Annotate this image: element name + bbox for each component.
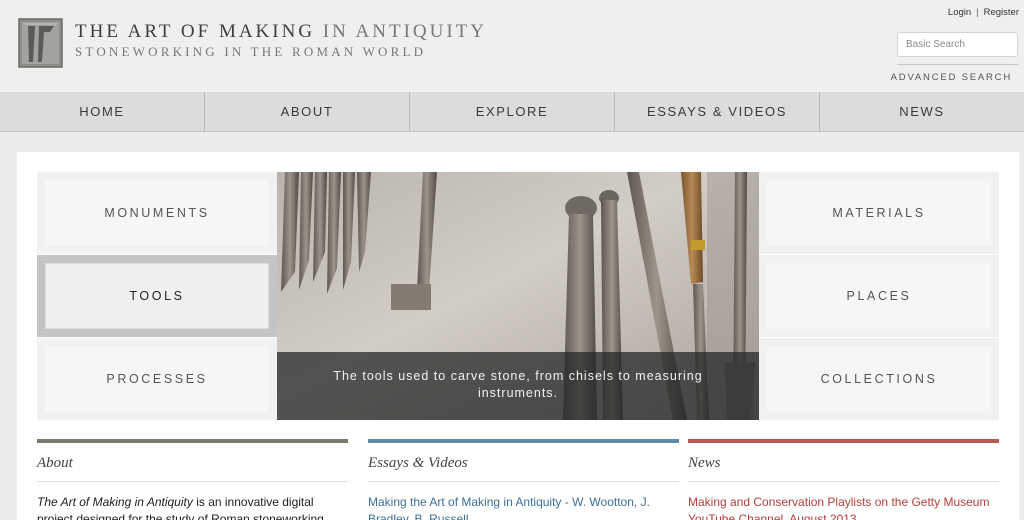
content-panel: MONUMENTS TOOLS PROCESSES The tools used… bbox=[17, 152, 1019, 520]
nav-essays-videos[interactable]: ESSAYS & VIDEOS bbox=[615, 92, 820, 131]
about-heading: About bbox=[37, 443, 348, 482]
category-tools[interactable]: TOOLS bbox=[37, 255, 277, 337]
advanced-search-link[interactable]: ADVANCED SEARCH bbox=[891, 72, 1012, 83]
about-column: About The Art of Making in Antiquity is … bbox=[37, 439, 348, 520]
site-title-light: IN ANTIQUITY bbox=[322, 21, 488, 42]
essay-link[interactable]: Making the Art of Making in Antiquity - … bbox=[368, 482, 679, 520]
hero-image[interactable]: The tools used to carve stone, from chis… bbox=[277, 172, 759, 420]
login-link[interactable]: Login bbox=[948, 7, 971, 18]
nav-news[interactable]: NEWS bbox=[820, 92, 1024, 131]
project-name: The Art of Making in Antiquity bbox=[37, 495, 193, 509]
essays-column: Essays & Videos Making the Art of Making… bbox=[368, 439, 679, 520]
site-title-main: THE ART OF MAKING bbox=[75, 21, 316, 42]
chisel-logo-icon[interactable] bbox=[18, 18, 63, 68]
search-divider bbox=[897, 64, 1019, 65]
category-collections[interactable]: COLLECTIONS bbox=[759, 338, 999, 420]
category-label: TOOLS bbox=[45, 263, 269, 329]
about-text: The Art of Making in Antiquity is an inn… bbox=[37, 482, 348, 520]
category-label: COLLECTIONS bbox=[767, 346, 991, 412]
category-grid-right: MATERIALS PLACES COLLECTIONS bbox=[759, 172, 999, 420]
utility-links: Login | Register bbox=[948, 7, 1019, 18]
nav-about[interactable]: ABOUT bbox=[205, 92, 410, 131]
category-materials[interactable]: MATERIALS bbox=[759, 172, 999, 254]
basic-search-input[interactable] bbox=[897, 32, 1018, 57]
nav-explore[interactable]: EXPLORE bbox=[410, 92, 615, 131]
site-title[interactable]: THE ART OF MAKING IN ANTIQUITY bbox=[75, 21, 487, 43]
news-link[interactable]: Making and Conservation Playlists on the… bbox=[688, 482, 999, 520]
category-label: MONUMENTS bbox=[45, 180, 269, 246]
utility-separator: | bbox=[976, 7, 979, 18]
main-nav: HOME ABOUT EXPLORE ESSAYS & VIDEOS NEWS bbox=[0, 92, 1024, 132]
news-column: News Making and Conservation Playlists o… bbox=[688, 439, 999, 520]
category-places[interactable]: PLACES bbox=[759, 255, 999, 337]
category-label: MATERIALS bbox=[767, 180, 991, 246]
category-processes[interactable]: PROCESSES bbox=[37, 338, 277, 420]
news-heading: News bbox=[688, 443, 999, 482]
category-label: PLACES bbox=[767, 263, 991, 329]
hero-caption: The tools used to carve stone, from chis… bbox=[277, 352, 759, 420]
register-link[interactable]: Register bbox=[984, 7, 1019, 18]
site-header: THE ART OF MAKING IN ANTIQUITY STONEWORK… bbox=[0, 0, 1024, 92]
category-grid-left: MONUMENTS TOOLS PROCESSES bbox=[37, 172, 277, 420]
category-label: PROCESSES bbox=[45, 346, 269, 412]
site-subtitle: STONEWORKING IN THE ROMAN WORLD bbox=[75, 44, 427, 59]
nav-home[interactable]: HOME bbox=[0, 92, 205, 131]
essays-heading: Essays & Videos bbox=[368, 443, 679, 482]
category-monuments[interactable]: MONUMENTS bbox=[37, 172, 277, 254]
